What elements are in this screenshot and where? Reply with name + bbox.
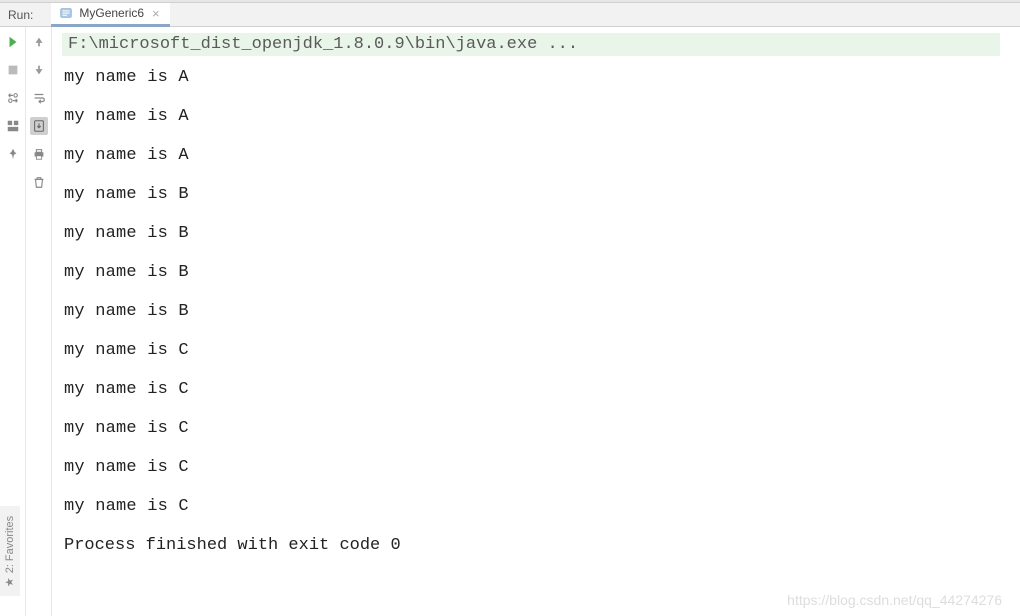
run-config-tab[interactable]: MyGeneric6 ×: [51, 3, 169, 27]
output-line: my name is A: [62, 107, 1020, 126]
scroll-to-end-icon[interactable]: [30, 117, 48, 135]
run-panel: F:\microsoft_dist_openjdk_1.8.0.9\bin\ja…: [0, 27, 1020, 616]
soft-wrap-icon[interactable]: [30, 89, 48, 107]
output-line: my name is A: [62, 68, 1020, 87]
output-line: my name is C: [62, 341, 1020, 360]
layout-settings-icon[interactable]: [4, 117, 22, 135]
output-line: my name is B: [62, 185, 1020, 204]
output-line: my name is B: [62, 224, 1020, 243]
star-icon: ★: [4, 577, 17, 587]
tab-label: MyGeneric6: [79, 6, 144, 20]
down-stacktrace-icon[interactable]: [30, 61, 48, 79]
up-stacktrace-icon[interactable]: [30, 33, 48, 51]
output-line: my name is C: [62, 380, 1020, 399]
left-gutter-secondary: [26, 27, 52, 616]
run-config-icon: [59, 6, 73, 20]
output-line: my name is B: [62, 302, 1020, 321]
run-tab-bar: Run: MyGeneric6 ×: [0, 3, 1020, 27]
restore-layout-icon[interactable]: [4, 89, 22, 107]
output-line: my name is B: [62, 263, 1020, 282]
pin-icon[interactable]: [4, 145, 22, 163]
rerun-icon[interactable]: [4, 33, 22, 51]
exit-message: Process finished with exit code 0: [62, 536, 1020, 555]
clear-all-icon[interactable]: [30, 173, 48, 191]
output-line: my name is C: [62, 458, 1020, 477]
output-line: my name is A: [62, 146, 1020, 165]
output-line: my name is C: [62, 497, 1020, 516]
run-label: Run:: [8, 8, 33, 22]
side-tab-label: 2: Favorites: [4, 515, 16, 572]
stop-icon[interactable]: [4, 61, 22, 79]
console-output[interactable]: F:\microsoft_dist_openjdk_1.8.0.9\bin\ja…: [52, 27, 1020, 616]
command-line: F:\microsoft_dist_openjdk_1.8.0.9\bin\ja…: [62, 33, 1000, 56]
output-block: my name is A my name is A my name is A m…: [62, 68, 1020, 516]
favorites-side-tab[interactable]: ★ 2: Favorites: [0, 506, 20, 596]
close-tab-icon[interactable]: ×: [150, 7, 162, 20]
print-icon[interactable]: [30, 145, 48, 163]
output-line: my name is C: [62, 419, 1020, 438]
